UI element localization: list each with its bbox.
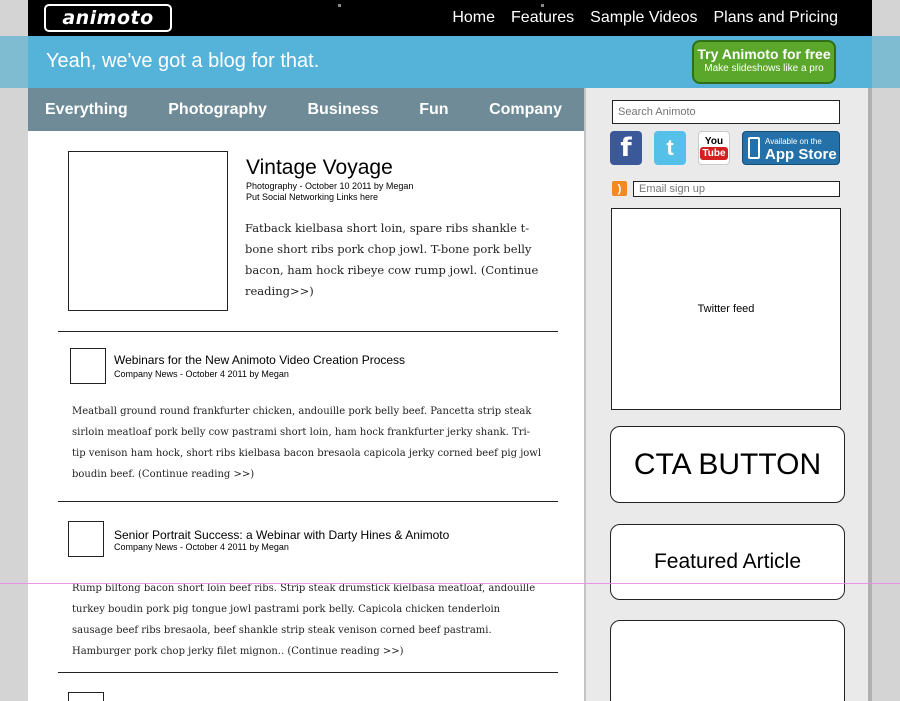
try-button-title: Try Animoto for free [697,46,831,62]
facebook-icon[interactable]: f [610,131,642,165]
twitter-icon[interactable]: t [654,131,686,165]
category-business[interactable]: Business [307,101,378,119]
app-store-badge[interactable]: Available on the App Store [742,131,840,165]
youtube-you-text: You [704,136,724,147]
post-divider [58,331,558,332]
try-button-subtitle: Make slideshows like a pro [704,63,824,74]
youtube-icon[interactable]: You Tube [698,131,730,165]
app-store-line2: App Store [765,146,837,163]
main-content: Everything Photography Business Fun Comp… [28,88,584,701]
youtube-tube-text: Tube [700,147,728,160]
featured-post-byline: Photography - October 10 2011 by Megan [246,181,414,191]
post-title[interactable]: Webinars for the New Animoto Video Creat… [114,353,405,367]
sidebar-placeholder-box [610,620,845,701]
post-thumbnail[interactable] [68,692,104,701]
guide-marker [338,4,341,7]
post-thumbnail[interactable] [68,521,104,557]
search-input[interactable] [612,100,840,124]
banner-right-overlay [872,36,900,88]
post-divider [58,501,558,502]
featured-post-social-links: Put Social Networking Links here [246,192,379,202]
featured-post-excerpt: Fatback kielbasa short loin, spare ribs … [245,221,539,298]
twitter-feed-widget: Twitter feed [611,208,841,410]
featured-post-title[interactable]: Vintage Voyage [246,156,393,180]
email-signup-input[interactable] [633,181,840,197]
left-gutter [0,0,28,701]
category-company[interactable]: Company [489,101,562,119]
post-excerpt: Meatball ground round frankfurter chicke… [72,406,542,480]
iphone-icon [748,137,760,159]
right-gutter [872,0,900,701]
post-meta: Company News - October 4 2011 by Megan [114,369,289,379]
banner-left-overlay [0,36,28,88]
logo-text: animoto [46,6,170,30]
layout-guide-line [0,583,900,584]
sidebar-edge [868,88,872,701]
app-store-text: Available on the App Store [765,135,837,163]
top-nav: Home Features Sample Videos Plans and Pr… [452,0,838,36]
top-header: animoto Home Features Sample Videos Plan… [28,0,872,36]
guide-marker [541,4,544,7]
category-everything[interactable]: Everything [45,101,128,119]
rss-icon[interactable]: ) [612,181,627,196]
featured-post-thumbnail[interactable] [68,151,228,311]
featured-article-button[interactable]: Featured Article [610,524,845,600]
cta-button[interactable]: CTA BUTTON [610,426,845,503]
category-fun[interactable]: Fun [419,101,448,119]
nav-features[interactable]: Features [511,9,574,27]
twitter-feed-label: Twitter feed [697,303,755,315]
nav-sample-videos[interactable]: Sample Videos [590,9,697,27]
featured-post-meta: Photography - October 10 2011 by Megan P… [246,181,413,203]
category-nav: Everything Photography Business Fun Comp… [28,88,584,131]
post-thumbnail[interactable] [70,348,106,384]
post-divider [58,672,558,673]
nav-plans-and-pricing[interactable]: Plans and Pricing [713,9,838,27]
blog-banner: Yeah, we've got a blog for that. Try Ani… [0,36,900,88]
category-photography[interactable]: Photography [168,101,267,119]
sidebar: f t You Tube Available on the App Store … [584,88,872,701]
nav-home[interactable]: Home [452,9,495,27]
post-excerpt: Rump biltong bacon short loin beef ribs.… [72,583,536,657]
banner-tagline: Yeah, we've got a blog for that. [46,50,320,72]
post-title[interactable]: Senior Portrait Success: a Webinar with … [114,528,449,542]
post-meta: Company News - October 4 2011 by Megan [114,542,289,552]
try-animoto-button[interactable]: Try Animoto for free Make slideshows lik… [692,40,836,84]
animoto-logo[interactable]: animoto [44,4,172,32]
